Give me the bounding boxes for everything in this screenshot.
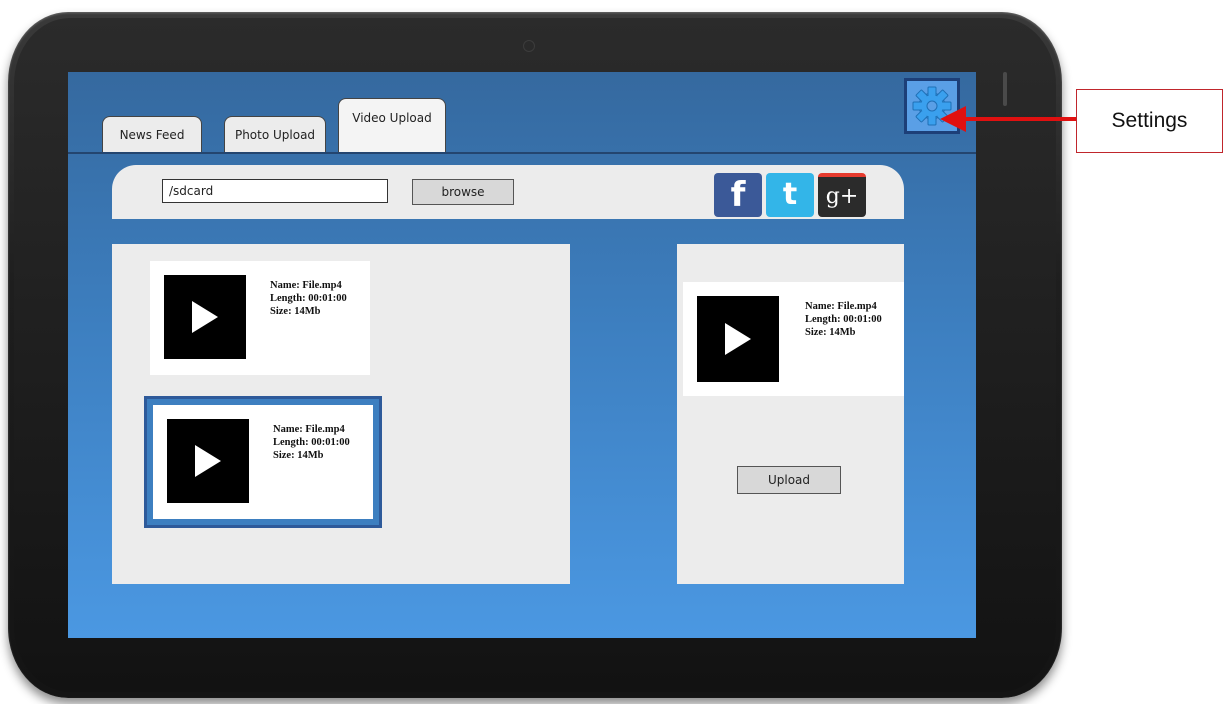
video-size: Size: 14Mb	[273, 450, 324, 461]
tab-strip-divider	[68, 152, 976, 154]
file-list-panel: Name: File.mp4 Length: 00:01:00 Size: 14…	[112, 244, 570, 584]
video-thumbnail	[697, 296, 779, 382]
video-name: Name: File.mp4	[270, 280, 342, 291]
video-meta: Name: File.mp4 Length: 00:01:00 Size: 14…	[270, 279, 347, 318]
tab-news-feed[interactable]: News Feed	[102, 116, 202, 153]
video-item[interactable]: Name: File.mp4 Length: 00:01:00 Size: 14…	[150, 261, 370, 375]
tab-label: News Feed	[119, 128, 185, 142]
hardware-button[interactable]	[1003, 72, 1007, 106]
tab-photo-upload[interactable]: Photo Upload	[224, 116, 326, 153]
selected-video-preview: Name: File.mp4 Length: 00:01:00 Size: 14…	[683, 282, 904, 396]
app-screen: News Feed Photo Upload Video Upload /sdc…	[68, 72, 976, 638]
settings-callout: Settings	[1076, 89, 1223, 153]
path-input[interactable]	[162, 179, 388, 203]
callout-arrow-line	[962, 117, 1077, 121]
file-toolbar: browse f t g+	[112, 165, 904, 219]
video-meta: Name: File.mp4 Length: 00:01:00 Size: 14…	[805, 300, 882, 339]
video-card-body: Name: File.mp4 Length: 00:01:00 Size: 14…	[153, 405, 373, 519]
play-icon	[195, 445, 221, 477]
video-length: Length: 00:01:00	[805, 314, 882, 325]
camera-icon	[523, 40, 535, 52]
callout-arrowhead-icon	[940, 106, 966, 132]
video-item-selected[interactable]: Name: File.mp4 Length: 00:01:00 Size: 14…	[144, 396, 382, 528]
tab-label: Video Upload	[352, 111, 432, 125]
video-name: Name: File.mp4	[273, 424, 345, 435]
google-plus-button[interactable]: g+	[818, 173, 866, 217]
video-name: Name: File.mp4	[805, 301, 877, 312]
tab-label: Photo Upload	[234, 128, 316, 142]
video-length: Length: 00:01:00	[270, 293, 347, 304]
google-plus-icon: g+	[825, 184, 859, 209]
facebook-icon: f	[730, 175, 746, 215]
twitter-button[interactable]: t	[766, 173, 814, 217]
video-length: Length: 00:01:00	[273, 437, 350, 448]
video-thumbnail	[164, 275, 246, 359]
callout-label: Settings	[1111, 109, 1188, 132]
video-size: Size: 14Mb	[805, 327, 856, 338]
video-thumbnail	[167, 419, 249, 503]
play-icon	[192, 301, 218, 333]
video-size: Size: 14Mb	[270, 306, 321, 317]
tab-video-upload[interactable]: Video Upload	[338, 98, 446, 153]
browse-button[interactable]: browse	[412, 179, 514, 205]
upload-button[interactable]: Upload	[737, 466, 841, 494]
upload-panel: Name: File.mp4 Length: 00:01:00 Size: 14…	[677, 244, 904, 584]
video-meta: Name: File.mp4 Length: 00:01:00 Size: 14…	[273, 423, 350, 462]
twitter-icon: t	[782, 177, 798, 212]
play-icon	[725, 323, 751, 355]
facebook-button[interactable]: f	[714, 173, 762, 217]
